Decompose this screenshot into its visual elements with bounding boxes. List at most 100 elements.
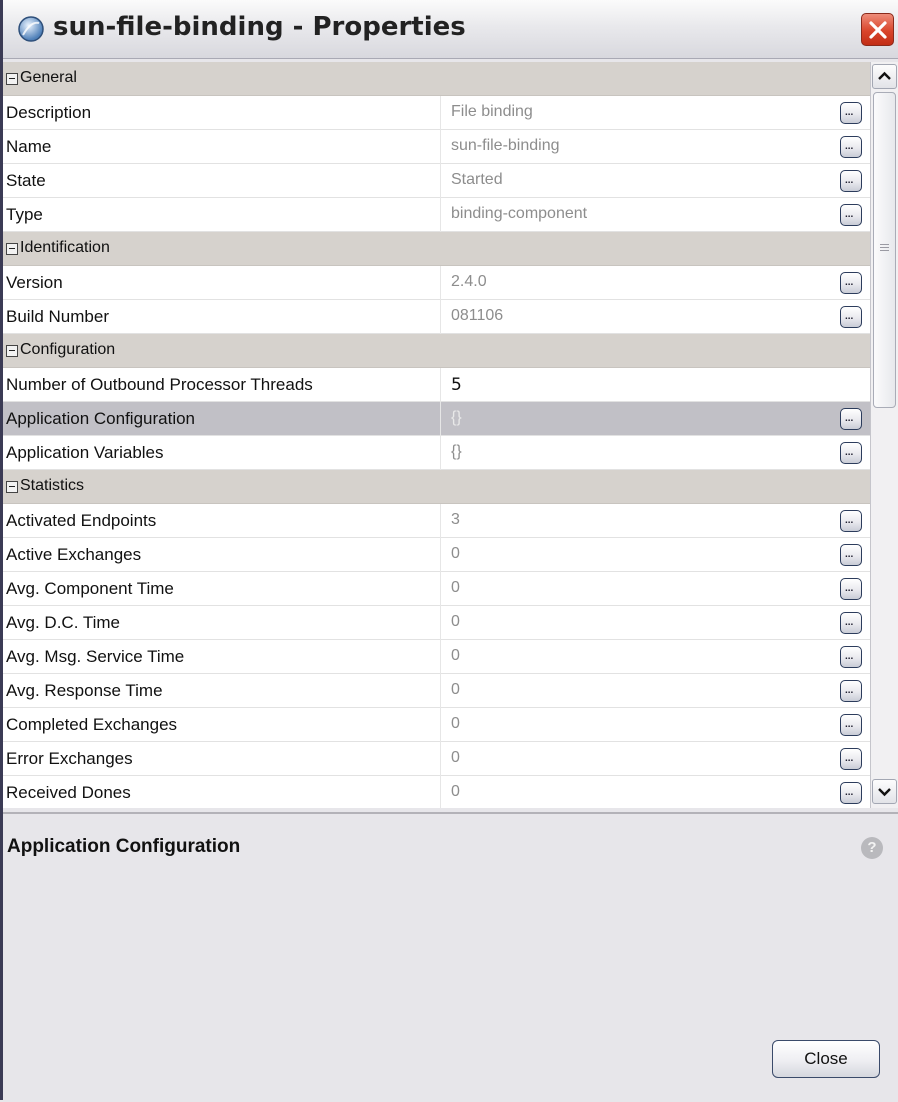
property-value: 0 [451, 783, 460, 800]
property-row-application-configuration[interactable]: Application Configuration {} [3, 402, 870, 436]
property-value: 0 [451, 647, 460, 664]
property-row-error-exchanges[interactable]: Error Exchanges 0 [3, 742, 870, 776]
collapse-icon[interactable] [6, 345, 18, 357]
property-row-build-number[interactable]: Build Number 081106 [3, 300, 870, 334]
property-value: File binding [451, 103, 533, 120]
title-bar[interactable]: sun-file-binding - Properties [3, 0, 898, 59]
ellipsis-button[interactable] [840, 748, 862, 770]
property-row-activated-endpoints[interactable]: Activated Endpoints 3 [3, 504, 870, 538]
property-row-type[interactable]: Type binding-component [3, 198, 870, 232]
property-sheet: General Description File binding Name su… [3, 62, 870, 808]
property-row-avg-response-time[interactable]: Avg. Response Time 0 [3, 674, 870, 708]
ellipsis-button[interactable] [840, 612, 862, 634]
property-value: 3 [451, 511, 460, 528]
property-name: Build Number [6, 307, 109, 326]
property-row-avg-dc-time[interactable]: Avg. D.C. Time 0 [3, 606, 870, 640]
property-row-active-exchanges[interactable]: Active Exchanges 0 [3, 538, 870, 572]
property-name: Active Exchanges [6, 545, 142, 564]
ellipsis-button[interactable] [840, 510, 862, 532]
property-row-outbound-threads[interactable]: Number of Outbound Processor Threads 5 [3, 368, 870, 402]
property-name: Avg. D.C. Time [6, 613, 120, 632]
ellipsis-button[interactable] [840, 170, 862, 192]
property-row-application-variables[interactable]: Application Variables {} [3, 436, 870, 470]
property-row-received-dones[interactable]: Received Dones 0 [3, 776, 870, 808]
property-row-avg-msg-service-time[interactable]: Avg. Msg. Service Time 0 [3, 640, 870, 674]
ellipsis-button[interactable] [840, 408, 862, 430]
component-sphere-icon [18, 16, 44, 42]
property-value: binding-component [451, 205, 588, 222]
category-label: Statistics [20, 477, 85, 494]
property-name: State [6, 171, 46, 190]
vertical-scrollbar[interactable] [870, 62, 898, 808]
category-label: Configuration [20, 341, 116, 358]
category-configuration[interactable]: Configuration [3, 334, 870, 368]
window-close-button[interactable] [861, 13, 894, 46]
collapse-icon[interactable] [6, 481, 18, 493]
help-icon[interactable]: ? [861, 837, 883, 859]
ellipsis-button[interactable] [840, 136, 862, 158]
property-value: 0 [451, 681, 460, 698]
property-value: 0 [451, 715, 460, 732]
collapse-icon[interactable] [6, 73, 18, 85]
chevron-down-icon [878, 788, 891, 797]
property-row-name[interactable]: Name sun-file-binding [3, 130, 870, 164]
property-value: 081106 [451, 307, 504, 324]
property-name: Type [6, 205, 43, 224]
property-row-avg-component-time[interactable]: Avg. Component Time 0 [3, 572, 870, 606]
properties-dialog: sun-file-binding - Properties General De… [0, 0, 898, 1102]
category-general[interactable]: General [3, 62, 870, 96]
ellipsis-button[interactable] [840, 102, 862, 124]
category-label: General [20, 69, 77, 86]
property-value: 2.4.0 [451, 273, 487, 290]
property-name: Description [6, 103, 92, 122]
close-button[interactable]: Close [772, 1040, 880, 1078]
ellipsis-button[interactable] [840, 306, 862, 328]
description-panel: Application Configuration ? Close [3, 812, 898, 1102]
ellipsis-button[interactable] [840, 272, 862, 294]
property-name: Activated Endpoints [6, 511, 157, 530]
property-name: Application Variables [6, 443, 164, 462]
description-title: Application Configuration [7, 836, 241, 857]
property-row-completed-exchanges[interactable]: Completed Exchanges 0 [3, 708, 870, 742]
property-value: 0 [451, 579, 460, 596]
property-name: Avg. Response Time [6, 681, 163, 700]
property-name: Avg. Msg. Service Time [6, 647, 185, 666]
category-identification[interactable]: Identification [3, 232, 870, 266]
ellipsis-button[interactable] [840, 646, 862, 668]
grip-icon [880, 244, 889, 251]
property-row-state[interactable]: State Started [3, 164, 870, 198]
scroll-thumb[interactable] [873, 92, 896, 408]
property-value: 0 [451, 613, 460, 630]
category-label: Identification [20, 239, 110, 256]
property-name: Error Exchanges [6, 749, 133, 768]
collapse-icon[interactable] [6, 243, 18, 255]
ellipsis-button[interactable] [840, 782, 862, 804]
property-value: 0 [451, 749, 460, 766]
property-value: {} [451, 409, 462, 426]
property-name: Application Configuration [6, 409, 196, 428]
property-value: {} [451, 443, 462, 460]
scroll-up-button[interactable] [872, 64, 897, 89]
property-name: Version [6, 273, 63, 292]
property-name: Received Dones [6, 783, 131, 802]
ellipsis-button[interactable] [840, 680, 862, 702]
ellipsis-button[interactable] [840, 714, 862, 736]
ellipsis-button[interactable] [840, 544, 862, 566]
property-row-version[interactable]: Version 2.4.0 [3, 266, 870, 300]
outbound-threads-field[interactable]: 5 [451, 375, 462, 395]
property-value: sun-file-binding [451, 137, 560, 154]
category-statistics[interactable]: Statistics [3, 470, 870, 504]
property-name: Number of Outbound Processor Threads [6, 375, 313, 394]
ellipsis-button[interactable] [840, 578, 862, 600]
ellipsis-button[interactable] [840, 204, 862, 226]
property-value: 0 [451, 545, 460, 562]
scroll-down-button[interactable] [872, 779, 897, 804]
chevron-up-icon [878, 71, 891, 80]
property-row-description[interactable]: Description File binding [3, 96, 870, 130]
property-name: Name [6, 137, 52, 156]
property-value: Started [451, 171, 503, 188]
property-name: Avg. Component Time [6, 579, 174, 598]
close-x-icon [869, 21, 887, 39]
window-title: sun-file-binding - Properties [53, 12, 466, 42]
ellipsis-button[interactable] [840, 442, 862, 464]
